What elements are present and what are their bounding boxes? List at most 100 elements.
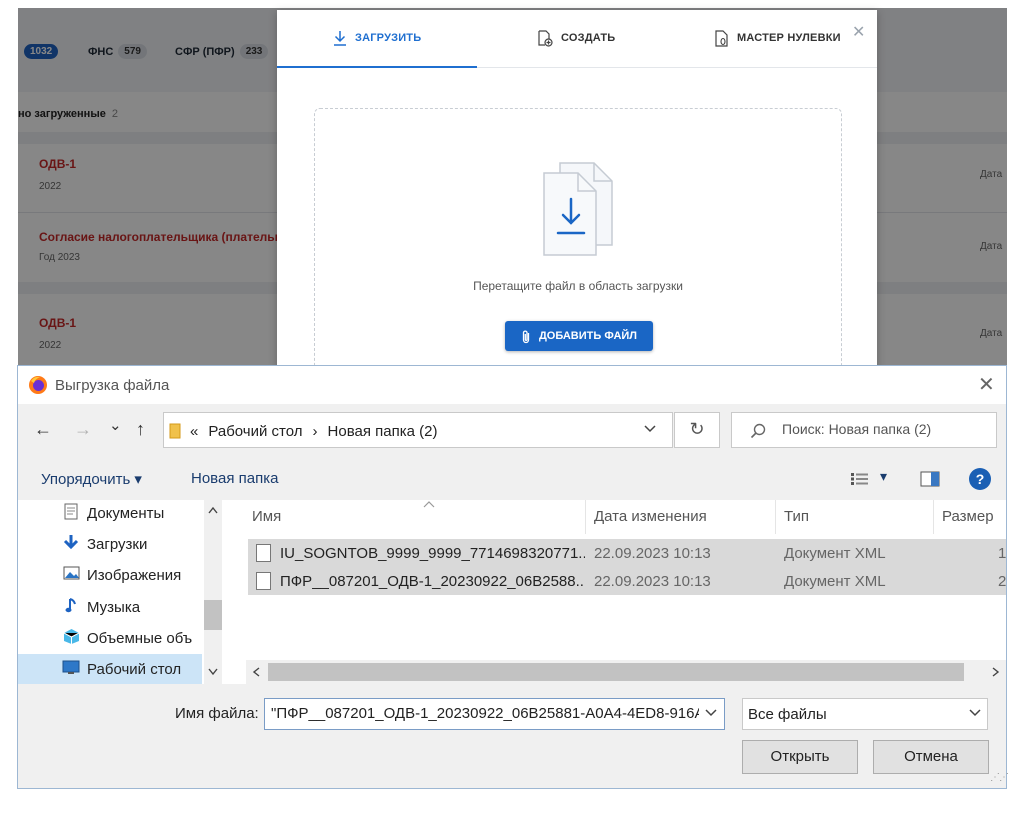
up-folder-icon[interactable]: ↑ — [136, 419, 145, 440]
navigation-pane: Документы Загрузки Изображения Музыка Об… — [18, 500, 223, 684]
view-options-dropdown[interactable]: ▾ — [880, 468, 887, 485]
view-options-icon[interactable] — [850, 472, 870, 486]
file-date: 22.09.2023 10:13 — [594, 545, 711, 562]
file-name: IU_SOGNTOB_9999_9999_7714698320771... — [280, 545, 585, 562]
nav-item-desktop[interactable]: Рабочий стол — [18, 654, 202, 684]
tab-create[interactable]: СОЗДАТЬ — [537, 28, 615, 48]
nav-item-label: Изображения — [87, 566, 182, 584]
documents-icon — [64, 503, 78, 519]
folder-icon — [169, 423, 181, 439]
breadcrumb-new-folder[interactable]: Новая папка (2) — [328, 423, 438, 440]
nav-pane-scrollbar[interactable] — [204, 500, 222, 684]
new-folder-button[interactable]: Новая папка — [191, 470, 278, 487]
nav-item-3d-objects[interactable]: Объемные объ — [18, 623, 202, 653]
xml-file-icon — [256, 572, 271, 590]
close-icon[interactable]: ✕ — [852, 22, 865, 42]
filename-label: Имя файла: — [175, 705, 259, 722]
file-list-scrollbar[interactable] — [246, 660, 1006, 684]
search-icon — [750, 423, 766, 439]
help-icon[interactable]: ? — [969, 468, 991, 490]
firefox-icon — [29, 376, 47, 394]
tab-zero-wizard-label: МАСТЕР НУЛЕВКИ — [737, 32, 841, 44]
scroll-left-icon[interactable] — [252, 667, 260, 677]
dialog-toolbar: Упорядочить ▾ Новая папка ▾ ? — [18, 458, 1006, 500]
file-size: 1 — [998, 545, 1006, 562]
nav-item-label: Объемные объ — [87, 629, 193, 647]
chevron-down-icon[interactable] — [705, 706, 717, 720]
chevron-down-icon — [969, 709, 981, 717]
nav-item-pictures[interactable]: Изображения — [18, 560, 202, 590]
scroll-right-icon[interactable] — [992, 667, 1000, 677]
file-type: Документ XML — [784, 573, 886, 590]
nav-item-label: Загрузки — [87, 535, 148, 553]
search-box — [731, 412, 997, 448]
tab-zero-wizard[interactable]: МАСТЕР НУЛЕВКИ — [715, 28, 841, 48]
filename-input[interactable] — [271, 705, 699, 722]
file-size: 2 — [998, 573, 1006, 590]
paperclip-icon — [522, 330, 530, 343]
add-file-button[interactable]: ДОБАВИТЬ ФАЙЛ — [505, 321, 653, 351]
close-icon[interactable]: ✕ — [978, 372, 995, 397]
files-download-icon — [543, 162, 613, 256]
resize-grip-icon[interactable]: ⋰⋰ — [990, 772, 1009, 783]
column-header-name[interactable]: Имя — [246, 500, 586, 534]
dialog-title: Выгрузка файла — [55, 377, 170, 394]
breadcrumb-separator[interactable]: › — [313, 423, 318, 440]
drop-zone[interactable]: Перетащите файл в область загрузки ДОБАВ… — [314, 108, 842, 368]
new-document-icon — [538, 29, 553, 47]
back-icon[interactable]: ← — [34, 419, 52, 440]
refresh-icon[interactable]: ↻ — [674, 412, 720, 448]
desktop-icon — [62, 660, 80, 674]
nav-item-documents[interactable]: Документы — [18, 498, 202, 528]
file-date: 22.09.2023 10:13 — [594, 573, 711, 590]
xml-file-icon — [256, 544, 271, 562]
nav-pane-scroll-thumb[interactable] — [204, 600, 222, 630]
nav-item-label: Музыка — [87, 598, 141, 616]
drop-hint: Перетащите файл в область загрузки — [473, 279, 683, 293]
downloads-icon — [63, 535, 79, 550]
navigation-bar: ← → ⌄ ↑ « Рабочий стол › Новая папка (2)… — [18, 404, 1006, 458]
organize-menu[interactable]: Упорядочить ▾ — [41, 470, 142, 488]
breadcrumb-desktop[interactable]: Рабочий стол — [208, 423, 302, 440]
file-list-scroll-thumb[interactable] — [268, 663, 964, 681]
file-name: ПФР__087201_ОДВ-1_20230922_06B2588... — [280, 573, 585, 590]
file-list: Имя Дата изменения Тип Размер IU_SOGNTOB… — [246, 500, 1006, 660]
dialog-titlebar[interactable]: Выгрузка файла ✕ — [18, 366, 1006, 404]
file-row[interactable]: ПФР__087201_ОДВ-1_20230922_06B2588... 22… — [248, 567, 1006, 595]
open-button[interactable]: Открыть — [742, 740, 858, 774]
upload-modal: ЗАГРУЗИТЬ СОЗДАТЬ МАСТЕР НУЛЕВКИ ✕ Перет… — [277, 10, 877, 368]
preview-pane-icon[interactable] — [920, 471, 940, 487]
nav-item-label: Рабочий стол — [87, 660, 182, 678]
filename-combobox — [264, 698, 725, 730]
active-tab-indicator — [277, 66, 477, 68]
pictures-icon — [63, 566, 79, 580]
tab-create-label: СОЗДАТЬ — [561, 32, 616, 44]
tab-upload-label: ЗАГРУЗИТЬ — [355, 32, 422, 44]
search-input[interactable] — [782, 421, 992, 437]
file-open-dialog: Выгрузка файла ✕ ← → ⌄ ↑ « Рабочий стол … — [17, 365, 1009, 789]
nav-item-music[interactable]: Музыка — [18, 592, 202, 622]
zero-document-icon — [715, 29, 728, 47]
scroll-up-icon[interactable] — [208, 506, 218, 514]
scroll-down-icon[interactable] — [208, 668, 218, 676]
column-header-type[interactable]: Тип — [778, 500, 934, 534]
recent-locations-icon[interactable]: ⌄ — [109, 416, 122, 434]
breadcrumb: « Рабочий стол › Новая папка (2) — [190, 423, 437, 440]
nav-item-downloads[interactable]: Загрузки — [18, 529, 202, 559]
dialog-footer: Имя файла: Все файлы Открыть Отмена ⋰⋰ — [18, 684, 1009, 788]
chevron-down-icon[interactable] — [644, 422, 656, 436]
filetype-value: Все файлы — [748, 706, 827, 723]
download-icon — [334, 31, 346, 46]
forward-icon[interactable]: → — [74, 419, 92, 440]
column-header-size[interactable]: Размер — [936, 500, 1006, 534]
3d-objects-icon — [63, 628, 79, 644]
column-header-date[interactable]: Дата изменения — [588, 500, 776, 534]
nav-item-label: Документы — [87, 504, 165, 522]
filetype-select[interactable]: Все файлы — [742, 698, 988, 730]
file-row[interactable]: IU_SOGNTOB_9999_9999_7714698320771... 22… — [248, 539, 1006, 567]
add-file-label: ДОБАВИТЬ ФАЙЛ — [538, 330, 638, 342]
tab-upload[interactable]: ЗАГРУЗИТЬ — [333, 28, 421, 48]
address-bar[interactable]: « Рабочий стол › Новая папка (2) — [163, 412, 673, 448]
breadcrumb-overflow[interactable]: « — [190, 423, 198, 440]
cancel-button[interactable]: Отмена — [873, 740, 989, 774]
